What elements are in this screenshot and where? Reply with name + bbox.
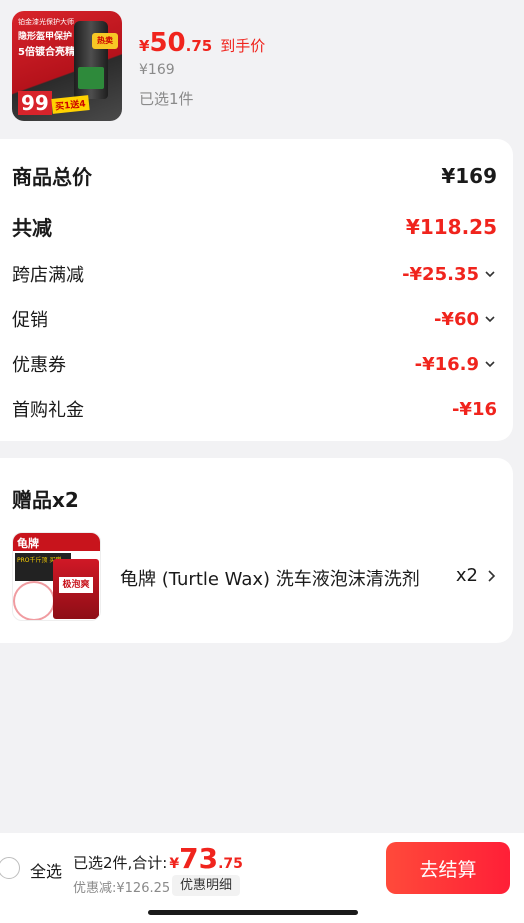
discount-label: 优惠券 xyxy=(12,355,66,376)
discount-amount: -¥60 xyxy=(433,308,479,330)
selected-count: 已选1件 xyxy=(139,90,194,108)
price-integer: 50 xyxy=(149,28,186,58)
product-image-text: 铂金漆光保护大师 xyxy=(18,18,74,26)
product-row[interactable]: 铂金漆光保护大师 隐形盔甲保护 5倍镀合亮精华 热卖 99 买1送4 ¥ 50 … xyxy=(0,0,524,130)
total-reduce-row: 共减 ¥118.25 xyxy=(12,212,497,241)
discount-label: 跨店满减 xyxy=(12,265,84,286)
discount-value: -¥16 xyxy=(452,399,497,420)
discount-label: 促销 xyxy=(12,310,48,331)
total-price-value: ¥169 xyxy=(441,163,497,188)
gift-card: 赠品x2 龟牌 PRO千斤顶 买赠 极泡爽 xyxy=(0,458,513,643)
product-image-promo: 买1送4 xyxy=(51,95,90,114)
currency-symbol: ¥ xyxy=(139,37,150,55)
discount-amount: -¥16 xyxy=(451,398,497,420)
home-indicator xyxy=(148,910,358,915)
discount-total: 优惠减:¥126.25 xyxy=(73,881,171,896)
currency-symbol: ¥ xyxy=(169,856,180,872)
order-total-label: 已选2件,合计: xyxy=(73,854,168,872)
order-total-integer: 73 xyxy=(179,842,219,875)
select-all-label[interactable]: 全选 xyxy=(30,858,62,882)
chevron-right-icon xyxy=(488,569,496,582)
checkout-page: 铂金漆光保护大师 隐形盔甲保护 5倍镀合亮精华 热卖 99 买1送4 ¥ 50 … xyxy=(0,0,524,923)
hot-badge: 热卖 xyxy=(92,33,118,49)
discount-row-first-purchase: 首购礼金 -¥16 xyxy=(12,396,497,422)
discount-label: 首购礼金 xyxy=(12,400,84,421)
total-reduce-label: 共减 xyxy=(12,216,52,240)
chevron-down-icon[interactable] xyxy=(483,267,497,281)
gift-title: 赠品x2 xyxy=(12,488,79,512)
discount-value: -¥25.35 xyxy=(402,264,497,285)
chevron-down-icon[interactable] xyxy=(483,312,497,326)
total-price-row: 商品总价 ¥169 xyxy=(12,161,497,190)
total-reduce-value: ¥118.25 xyxy=(405,214,497,239)
product-image[interactable]: 铂金漆光保护大师 隐形盔甲保护 5倍镀合亮精华 热卖 99 买1送4 xyxy=(12,11,122,121)
final-price: ¥ 50 .75 到手价 xyxy=(139,28,265,58)
product-image-text: 隐形盔甲保护 xyxy=(18,32,73,42)
gift-image-brand: 龟牌 xyxy=(17,537,39,550)
discount-detail-button[interactable]: 优惠明细 xyxy=(172,875,241,896)
order-total-decimal: .75 xyxy=(218,856,243,872)
original-price: ¥169 xyxy=(139,62,175,78)
chevron-down-icon[interactable] xyxy=(483,357,497,371)
gift-quantity-text: x2 xyxy=(455,565,478,586)
discount-row-coupon[interactable]: 优惠券 -¥16.9 xyxy=(12,351,497,377)
discount-amount: -¥16.9 xyxy=(414,353,479,375)
product-bottle-label xyxy=(78,67,104,89)
gift-name[interactable]: 龟牌 (Turtle Wax) 洗车液泡沫清洗剂 xyxy=(120,565,420,591)
checkout-button[interactable]: 去结算 xyxy=(386,842,510,894)
gift-image[interactable]: 龟牌 PRO千斤顶 买赠 极泡爽 xyxy=(12,532,101,621)
discount-row-cross-store[interactable]: 跨店满减 -¥25.35 xyxy=(12,261,497,287)
discount-value: -¥60 xyxy=(434,309,497,330)
total-price-label: 商品总价 xyxy=(12,165,92,189)
product-image-price: 99 xyxy=(18,91,52,115)
discount-amount: -¥25.35 xyxy=(402,263,479,285)
discount-value: -¥16.9 xyxy=(415,354,497,375)
discount-row-promotion[interactable]: 促销 -¥60 xyxy=(12,306,497,332)
price-decimal: .75 xyxy=(185,37,213,55)
gift-quantity[interactable]: x2 xyxy=(456,565,498,586)
gift-image-swirl xyxy=(13,581,55,620)
order-total: 已选2件,合计: ¥ 73 .75 xyxy=(73,842,243,875)
price-tag: 到手价 xyxy=(220,37,266,55)
price-summary-card: 商品总价 ¥169 共减 ¥118.25 跨店满减 -¥25.35 促销 -¥6… xyxy=(0,139,513,441)
gift-image-label: 极泡爽 xyxy=(59,577,93,593)
